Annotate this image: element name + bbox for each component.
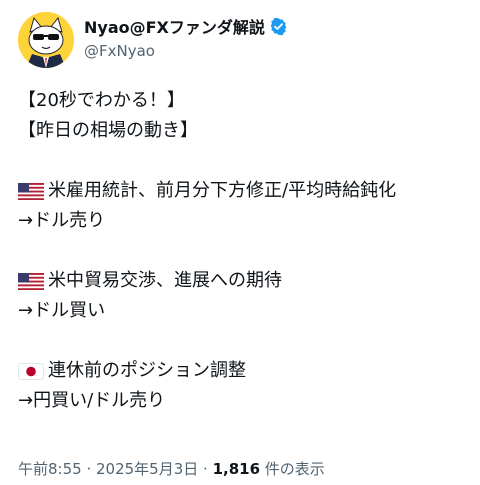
tweet-line-text: →ドル買い xyxy=(18,300,106,321)
us-flag-icon xyxy=(18,182,44,200)
tweet-header: Nyao@FXファンダ解説 @FxNyao xyxy=(18,12,458,68)
tweet-line: 米雇用統計、前月分下方修正/平均時給鈍化 xyxy=(18,176,468,206)
tweet-date[interactable]: 2025年5月3日 xyxy=(96,460,198,478)
views-label: 件の表示 xyxy=(260,460,325,478)
tweet-line-text: →ドル売り xyxy=(18,210,106,231)
tweet-line: 米中貿易交渉、進展への期待 xyxy=(18,266,468,296)
tweet-line: 【昨日の相場の動き】 xyxy=(18,116,468,146)
avatar[interactable] xyxy=(18,12,74,68)
jp-flag-icon xyxy=(18,362,44,380)
tweet-line-text: →円買い/ドル売り xyxy=(18,390,166,411)
tweet-meta: 午前8:55 · 2025年5月3日 · 1,816 件の表示 xyxy=(18,458,325,479)
tweet-line-text: 米雇用統計、前月分下方修正/平均時給鈍化 xyxy=(48,180,397,201)
tweet-text: 【20秒でわかる！】 【昨日の相場の動き】 米雇用統計、前月分下方修正/平均時給… xyxy=(18,86,468,416)
tweet-line-text: 【20秒でわかる！】 xyxy=(18,90,185,111)
cat-avatar-icon xyxy=(18,12,74,68)
meta-separator: · xyxy=(198,460,213,478)
tweet-line: →円買い/ドル売り xyxy=(18,386,468,416)
handle[interactable]: @FxNyao xyxy=(84,42,288,60)
tweet-line: →ドル売り xyxy=(18,206,468,236)
tweet-line: →ドル買い xyxy=(18,296,468,326)
display-name[interactable]: Nyao@FXファンダ解説 xyxy=(84,14,265,38)
us-flag-icon xyxy=(18,272,44,290)
tweet-line-text: 連休前のポジション調整 xyxy=(48,360,246,381)
meta-separator: · xyxy=(81,460,96,478)
tweet-line-text: 米中貿易交渉、進展への期待 xyxy=(48,270,282,291)
tweet-line-text: 【昨日の相場の動き】 xyxy=(18,120,198,141)
tweet-line: 【20秒でわかる！】 xyxy=(18,86,468,116)
tweet-line: 連休前のポジション調整 xyxy=(18,356,468,386)
tweet-time[interactable]: 午前8:55 xyxy=(18,460,82,478)
name-row: Nyao@FXファンダ解説 xyxy=(84,15,288,37)
verified-badge-icon xyxy=(270,17,287,35)
author-info: Nyao@FXファンダ解説 @FxNyao xyxy=(84,15,288,60)
views-count: 1,816 xyxy=(212,460,261,478)
